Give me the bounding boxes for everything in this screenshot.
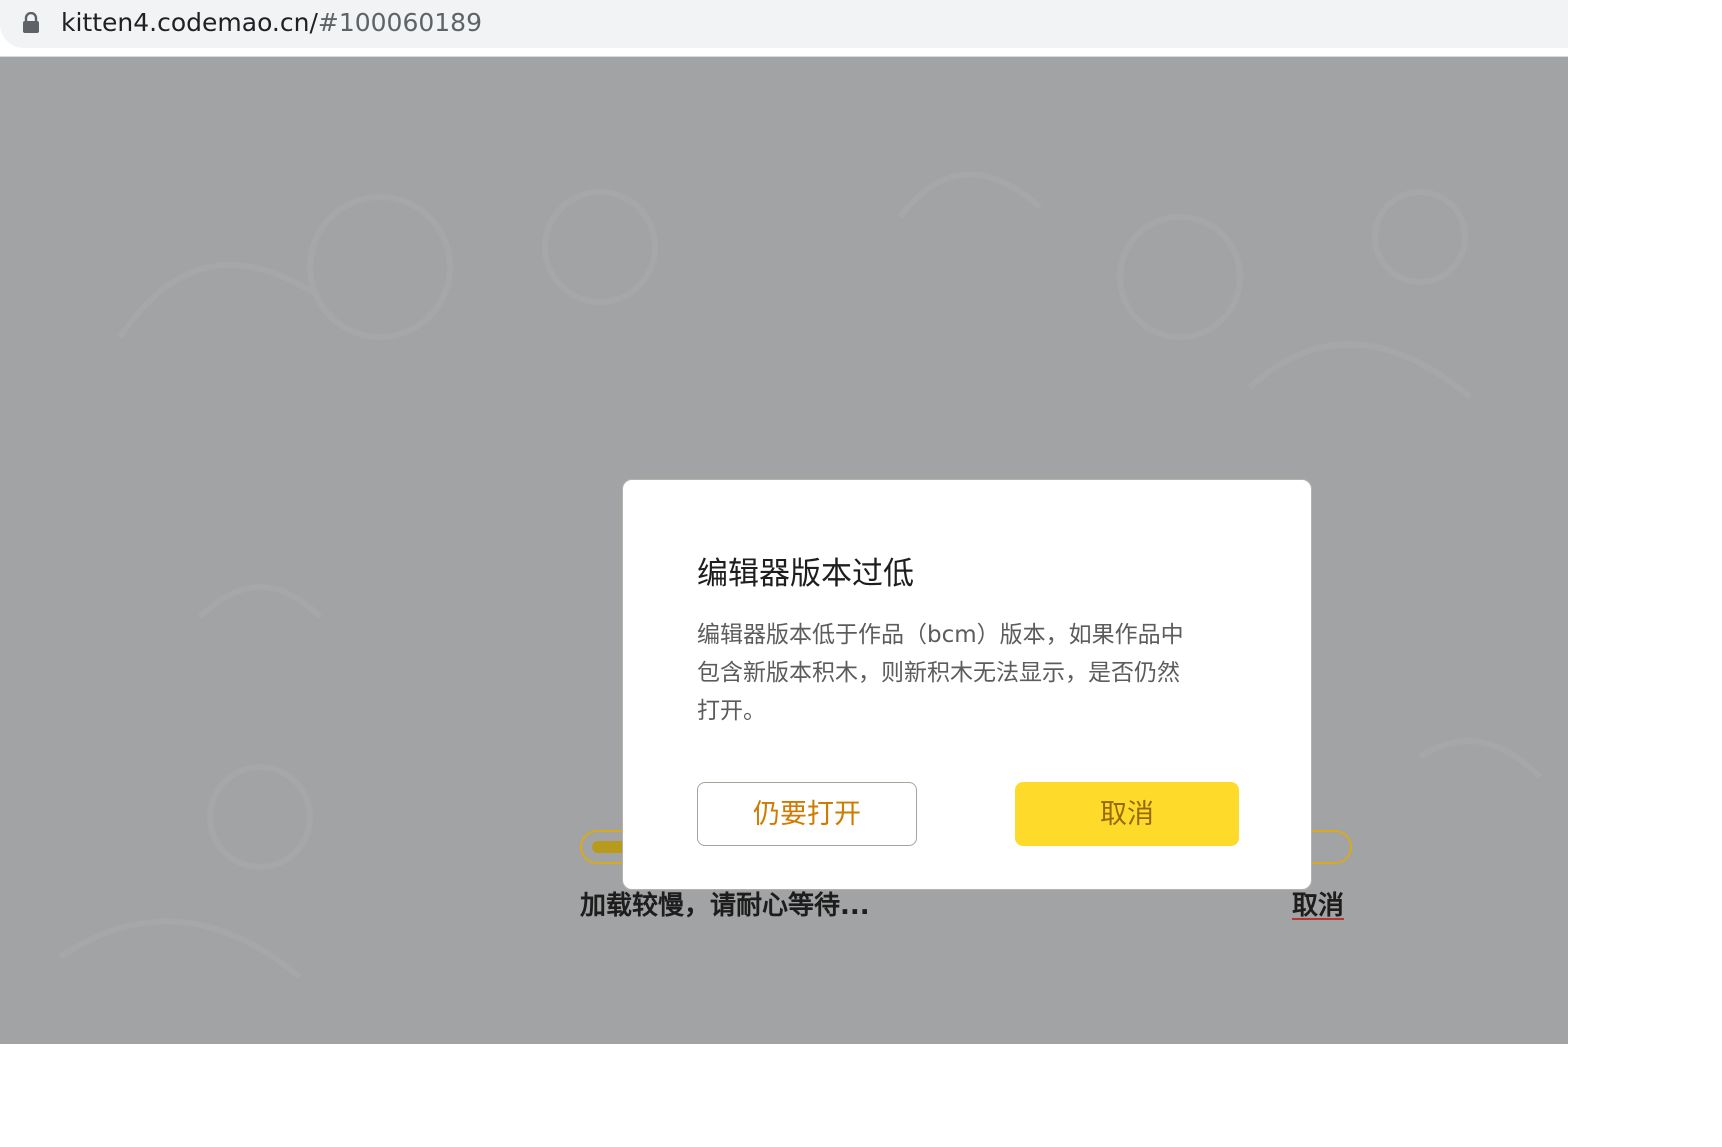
url-host: kitten4.codemao.cn/ — [61, 8, 318, 37]
browser-address-bar: kitten4.codemao.cn/#100060189 — [0, 0, 1568, 57]
loading-cancel-link[interactable]: 取消 — [1292, 886, 1344, 926]
open-anyway-button[interactable]: 仍要打开 — [697, 782, 917, 846]
url-hash: #100060189 — [317, 8, 482, 37]
cancel-button[interactable]: 取消 — [1015, 782, 1239, 846]
url-text[interactable]: kitten4.codemao.cn/#100060189 — [61, 7, 482, 39]
url-field[interactable]: kitten4.codemao.cn/#100060189 — [0, 0, 1568, 48]
dialog-message-line: 打开。 — [697, 698, 766, 724]
dialog-message: 编辑器版本低于作品（bcm）版本，如果作品中 包含新版本积木，则新积木无法显示，… — [697, 616, 1245, 730]
dialog-message-line: 编辑器版本低于作品（bcm）版本，如果作品中 — [697, 622, 1184, 648]
loading-message: 加载较慢，请耐心等待... — [580, 891, 870, 921]
dialog-title: 编辑器版本过低 — [697, 556, 914, 592]
version-warning-dialog: 编辑器版本过低 编辑器版本低于作品（bcm）版本，如果作品中 包含新版本积木，则… — [622, 479, 1312, 890]
page: kitten4.codemao.cn/#100060189 加载较慢，请耐心等待… — [0, 0, 1568, 1044]
lock-icon[interactable] — [22, 12, 40, 34]
dialog-message-line: 包含新版本积木，则新积木无法显示，是否仍然 — [697, 660, 1180, 686]
